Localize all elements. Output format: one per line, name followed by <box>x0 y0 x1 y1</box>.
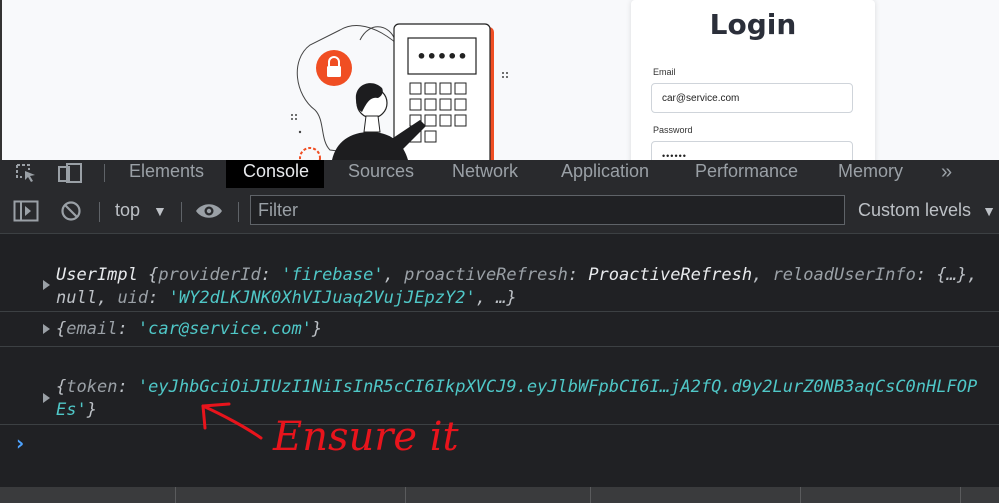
email-field[interactable]: car@service.com <box>651 83 853 113</box>
password-label: Password <box>653 125 693 135</box>
chevron-down-icon: ▼ <box>982 203 996 219</box>
log-levels-label: Custom levels <box>858 200 972 220</box>
clear-console-icon[interactable] <box>60 200 82 226</box>
console-message: {token: 'eyJhbGciOiJIUzI1NiIsInR5cCI6Ikp… <box>0 347 999 425</box>
inspect-element-icon[interactable] <box>15 163 39 187</box>
toolbar-separator <box>99 202 100 222</box>
context-value: top <box>115 200 141 220</box>
drawer-divider <box>175 487 176 503</box>
security-illustration: ••••• <box>291 23 508 160</box>
tab-memory[interactable]: Memory <box>838 160 903 189</box>
svg-text:•••••: ••••• <box>416 47 467 66</box>
expand-triangle-icon[interactable] <box>43 280 50 290</box>
tab-sources[interactable]: Sources <box>348 160 414 189</box>
tab-performance[interactable]: Performance <box>695 160 798 189</box>
expand-triangle-icon[interactable] <box>43 324 50 334</box>
password-field[interactable]: •••••• <box>651 141 853 160</box>
console-prompt-icon[interactable]: › <box>16 433 24 453</box>
drawer-divider <box>405 487 406 503</box>
console-message: UserImpl {providerId: 'firebase', proact… <box>0 234 999 312</box>
device-toolbar-icon[interactable] <box>57 163 83 187</box>
login-title: Login <box>709 8 797 41</box>
tab-console[interactable]: Console <box>226 160 325 189</box>
console-message: {email: 'car@service.com'} <box>0 312 999 347</box>
console-toolbar: top ▼ Custom levels ▼ <box>0 188 999 234</box>
toolbar-separator <box>238 202 239 222</box>
context-selector[interactable]: top ▼ <box>115 200 167 221</box>
web-page-viewport: ••••• Login Email car@service.com Passwo… <box>0 0 999 160</box>
console-message-line[interactable]: {email: 'car@service.com'} <box>56 319 322 339</box>
devtools-panel: Elements Console Sources Network Applica… <box>0 160 999 503</box>
expand-triangle-icon[interactable] <box>43 393 50 403</box>
drawer-divider <box>800 487 801 503</box>
console-message-line[interactable]: null, uid: 'WY2dLKJNK0XhVIJuaq2VujJEpzY2… <box>56 288 517 308</box>
page-edge <box>0 0 2 160</box>
drawer-divider <box>960 487 961 503</box>
eye-icon[interactable] <box>195 202 223 224</box>
login-card: Login Email car@service.com Password •••… <box>631 0 875 160</box>
more-tabs-icon[interactable]: » <box>941 160 952 189</box>
drawer-divider <box>590 487 591 503</box>
console-message-line[interactable]: {token: 'eyJhbGciOiJIUzI1NiIsInR5cCI6Ikp… <box>56 377 977 397</box>
chevron-down-icon: ▼ <box>153 203 167 219</box>
tab-application[interactable]: Application <box>561 160 649 189</box>
drawer-bar <box>0 487 999 503</box>
console-message-line[interactable]: Es'} <box>56 400 97 420</box>
tab-network[interactable]: Network <box>452 160 518 189</box>
log-levels-dropdown[interactable]: Custom levels ▼ <box>858 200 996 221</box>
tab-separator <box>104 164 105 182</box>
toolbar-separator <box>181 202 182 222</box>
filter-input[interactable] <box>251 196 844 224</box>
console-message-line[interactable]: UserImpl {providerId: 'firebase', proact… <box>56 265 977 285</box>
filter-box <box>250 195 845 225</box>
sidebar-toggle-icon[interactable] <box>13 200 39 226</box>
email-label: Email <box>653 67 676 77</box>
devtools-tab-bar: Elements Console Sources Network Applica… <box>0 160 999 189</box>
tab-elements[interactable]: Elements <box>129 160 204 189</box>
